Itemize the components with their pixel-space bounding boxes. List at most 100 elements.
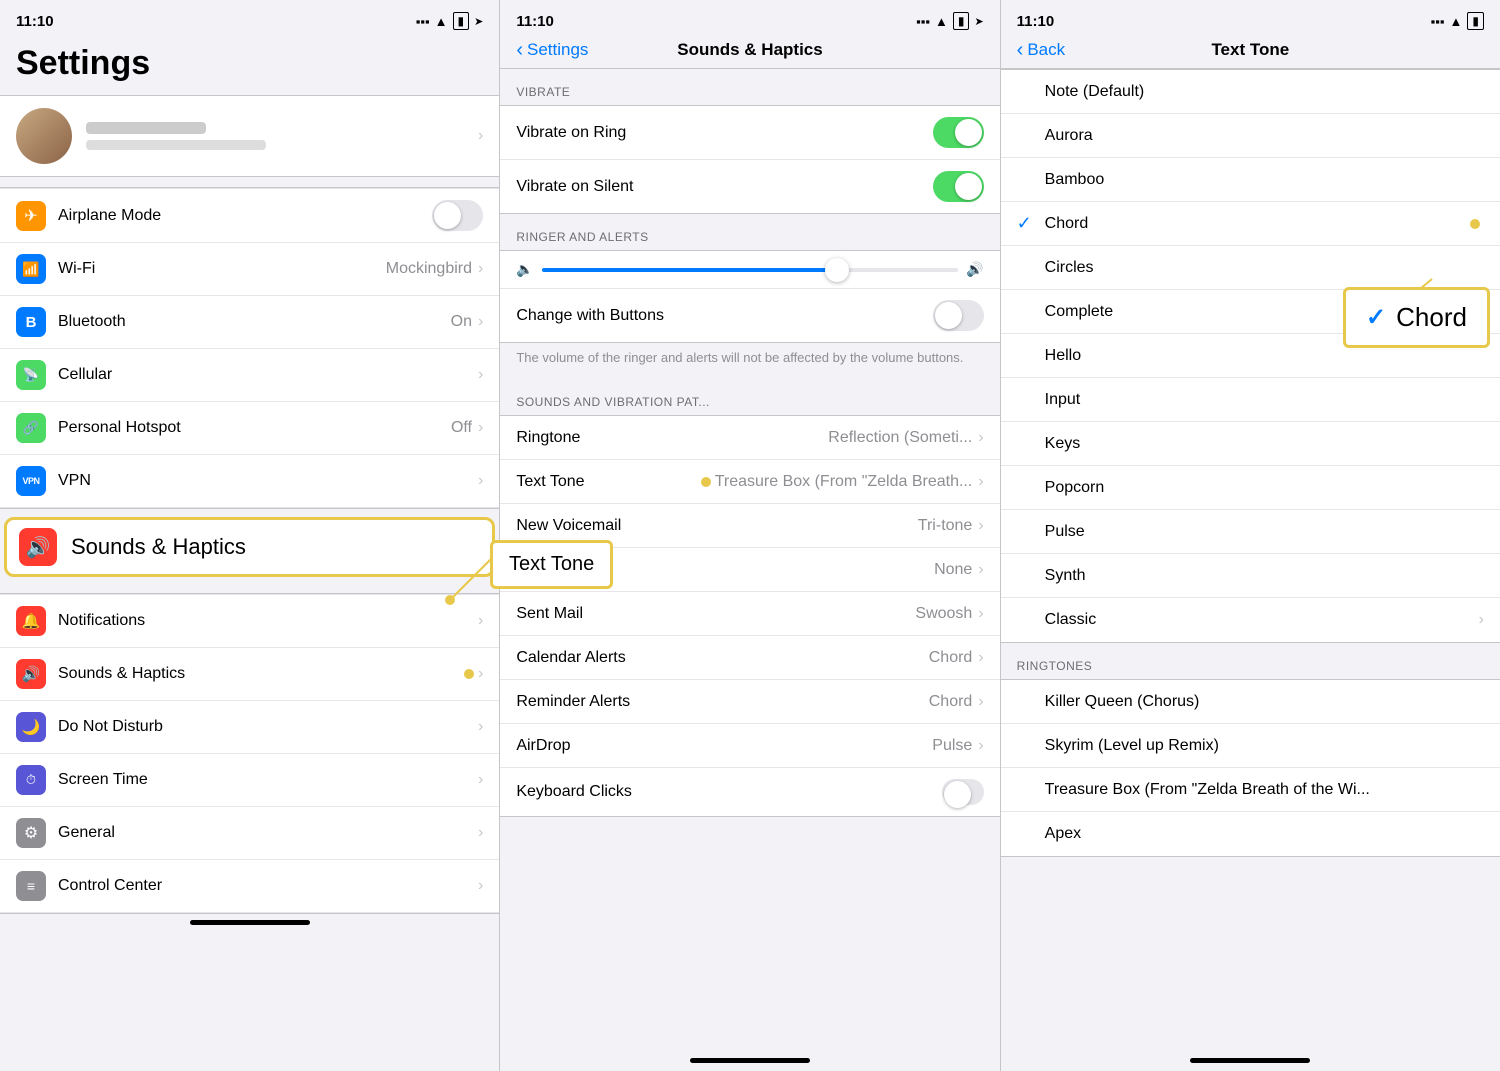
ringtone-skyrim[interactable]: Skyrim (Level up Remix)	[1001, 724, 1500, 768]
vibrate-silent-label: Vibrate on Silent	[516, 178, 932, 196]
tone-pulse[interactable]: Pulse	[1001, 510, 1500, 554]
settings-item-dnd[interactable]: 🌙 Do Not Disturb ›	[0, 701, 499, 754]
calendar-alerts-value: Chord	[929, 649, 973, 667]
general-chevron: ›	[478, 824, 483, 842]
settings-item-airplane[interactable]: ✈ Airplane Mode	[0, 188, 499, 243]
tone-synth[interactable]: Synth	[1001, 554, 1500, 598]
ringtone-killer-queen[interactable]: Killer Queen (Chorus)	[1001, 680, 1500, 724]
settings-item-cellular[interactable]: 📡 Cellular ›	[0, 349, 499, 402]
sent-mail-chevron: ›	[978, 605, 983, 623]
wifi-icon-3: ▲	[1450, 14, 1463, 29]
location-icon-1: ➤	[474, 15, 483, 28]
airdrop-item[interactable]: AirDrop Pulse ›	[500, 724, 999, 768]
settings-item-vpn[interactable]: VPN VPN ›	[0, 455, 499, 508]
sounds-nav-bar: ‹ Settings Sounds & Haptics	[500, 36, 999, 69]
profile-row[interactable]: ›	[0, 95, 499, 177]
signal-icon-3: ▪▪▪	[1431, 14, 1445, 29]
keyboard-clicks-item[interactable]: Keyboard Clicks	[500, 768, 999, 816]
wifi-chevron: ›	[478, 260, 483, 278]
notifications-label: Notifications	[58, 612, 478, 630]
new-voicemail-chevron: ›	[978, 517, 983, 535]
sent-mail-value: Swoosh	[915, 605, 972, 623]
chord-callout-text: Chord	[1396, 302, 1467, 333]
tone-circles[interactable]: Circles	[1001, 246, 1500, 290]
ringer-slider-thumb[interactable]	[825, 258, 849, 282]
wifi-icon: 📶	[16, 254, 46, 284]
airdrop-chevron: ›	[978, 737, 983, 755]
ringer-slider-track[interactable]	[542, 268, 958, 272]
ringtone-treasure-box[interactable]: Treasure Box (From "Zelda Breath of the …	[1001, 768, 1500, 812]
sounds-label2: Sounds & Haptics	[58, 665, 464, 683]
tone-popcorn[interactable]: Popcorn	[1001, 466, 1500, 510]
settings-item-notifications[interactable]: 🔔 Notifications ›	[0, 594, 499, 648]
tone-chord[interactable]: ✓ Chord	[1001, 202, 1500, 246]
tone-aurora[interactable]: Aurora	[1001, 114, 1500, 158]
settings-item-wifi[interactable]: 📶 Wi-Fi Mockingbird ›	[0, 243, 499, 296]
ringtone-item[interactable]: Ringtone Reflection (Someti... ›	[500, 416, 999, 460]
ringtone-apex[interactable]: Apex	[1001, 812, 1500, 856]
change-with-buttons-item[interactable]: Change with Buttons	[500, 289, 999, 342]
tone-aurora-label: Aurora	[1045, 127, 1484, 145]
sounds-icon2: 🔊	[16, 659, 46, 689]
reminder-alerts-item[interactable]: Reminder Alerts Chord ›	[500, 680, 999, 724]
vibrate-silent-toggle[interactable]	[933, 171, 984, 202]
tone-classic[interactable]: Classic ›	[1001, 598, 1500, 642]
bluetooth-value: On	[451, 313, 472, 331]
ringtone-value: Reflection (Someti...	[828, 429, 972, 447]
tone-bamboo[interactable]: Bamboo	[1001, 158, 1500, 202]
settings-item-hotspot[interactable]: 🔗 Personal Hotspot Off ›	[0, 402, 499, 455]
settings-item-bluetooth[interactable]: B Bluetooth On ›	[0, 296, 499, 349]
keyboard-clicks-toggle[interactable]	[942, 779, 984, 805]
airplane-toggle[interactable]	[432, 200, 483, 231]
sounds-vibration-header: SOUNDS AND VIBRATION PAT...	[500, 379, 999, 415]
wifi-icon-2: ▲	[935, 14, 948, 29]
tone-input[interactable]: Input	[1001, 378, 1500, 422]
vibrate-on-ring-item[interactable]: Vibrate on Ring	[500, 106, 999, 160]
status-bar-2: 11:10 ▪▪▪ ▲ ▮ ➤	[500, 0, 999, 36]
texttone-back-label: Back	[1027, 40, 1065, 60]
sounds-back-chevron: ‹	[516, 39, 523, 62]
status-icons-1: ▪▪▪ ▲ ▮ ➤	[416, 12, 484, 30]
ringer-slider-row[interactable]: 🔈 🔊	[500, 251, 999, 289]
calendar-alerts-item[interactable]: Calendar Alerts Chord ›	[500, 636, 999, 680]
sounds-back-button[interactable]: ‹ Settings	[516, 39, 588, 62]
texttone-back-button[interactable]: ‹ Back	[1017, 39, 1065, 62]
tone-synth-label: Synth	[1045, 567, 1484, 585]
text-tone-item[interactable]: Text Tone Treasure Box (From "Zelda Brea…	[500, 460, 999, 504]
sounds-label-highlighted: Sounds & Haptics	[71, 534, 246, 560]
wifi-icon-1: ▲	[435, 14, 448, 29]
status-bar-3: 11:10 ▪▪▪ ▲ ▮	[1001, 0, 1500, 36]
tone-hello-label: Hello	[1045, 347, 1484, 365]
tone-note[interactable]: Note (Default)	[1001, 70, 1500, 114]
ringtone-tb-label: Treasure Box (From "Zelda Breath of the …	[1045, 781, 1484, 799]
settings-item-controlcenter[interactable]: ≡ Control Center ›	[0, 860, 499, 913]
home-indicator-1	[190, 920, 310, 925]
ringer-alerts-header: RINGER AND ALERTS	[500, 214, 999, 250]
vibrate-on-silent-item[interactable]: Vibrate on Silent	[500, 160, 999, 213]
ringtones-list: Killer Queen (Chorus) Skyrim (Level up R…	[1001, 679, 1500, 857]
hotspot-chevron: ›	[478, 419, 483, 437]
hotspot-icon: 🔗	[16, 413, 46, 443]
sounds-nav-title: Sounds & Haptics	[677, 40, 822, 60]
sent-mail-item[interactable]: Sent Mail Swoosh ›	[500, 592, 999, 636]
settings-title: Settings	[0, 36, 499, 95]
highlighted-sounds-item[interactable]: 🔊 Sounds & Haptics	[4, 517, 495, 577]
status-time-1: 11:10	[16, 13, 54, 30]
vibrate-ring-label: Vibrate on Ring	[516, 124, 932, 142]
tone-classic-label: Classic	[1045, 611, 1479, 629]
tone-keys[interactable]: Keys	[1001, 422, 1500, 466]
cellular-icon: 📡	[16, 360, 46, 390]
settings-item-general[interactable]: ⚙ General ›	[0, 807, 499, 860]
settings-item-screentime[interactable]: ⏱ Screen Time ›	[0, 754, 499, 807]
settings-item-sounds2[interactable]: 🔊 Sounds & Haptics ›	[0, 648, 499, 701]
hotspot-label: Personal Hotspot	[58, 419, 451, 437]
ringer-hint-text: The volume of the ringer and alerts will…	[500, 343, 999, 379]
text-tone-callout-text: Text Tone	[509, 553, 594, 575]
avatar	[16, 108, 72, 164]
texttone-nav-title: Text Tone	[1211, 40, 1289, 60]
vibrate-ring-toggle[interactable]	[933, 117, 984, 148]
change-with-buttons-toggle[interactable]	[933, 300, 984, 331]
tone-chord-label: Chord	[1045, 215, 1470, 233]
sounds-icon-highlighted: 🔊	[19, 528, 57, 566]
vpn-chevron: ›	[478, 472, 483, 490]
